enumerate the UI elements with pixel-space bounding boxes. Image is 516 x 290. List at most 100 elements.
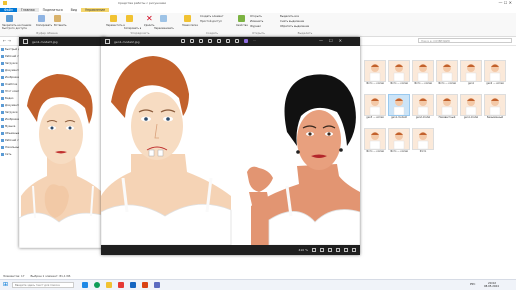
ribbon-group-select: Выделить все Снять выделение Обратить вы… [280,15,330,35]
paste-icon[interactable] [54,15,61,22]
delete-photo-icon[interactable] [199,39,203,43]
file-item[interactable]: gen1-model [460,94,482,124]
zoom-in-icon[interactable] [320,248,324,252]
window-controls[interactable]: — ☐ ✕ [499,0,512,5]
nav-item[interactable]: Музыка [0,123,20,130]
nav-item[interactable]: Документы [0,102,20,109]
tab-manage[interactable]: Управление [81,8,110,12]
status-item-count: Элементов: 17 [3,274,25,278]
nav-item[interactable]: Локальный диск (C:) [0,144,20,151]
nav-item[interactable]: Изображения [0,116,20,123]
more-options-icon[interactable]: … [253,39,257,43]
folder-icon [1,132,4,135]
back-arrow-icon[interactable]: ← → [3,38,11,43]
photos-taskbar-icon[interactable] [154,282,160,288]
invert-selection-label[interactable]: Обратить выделение [280,25,309,28]
new-folder-icon[interactable] [184,15,191,22]
paste-button-label[interactable]: Вставить [54,24,67,27]
info-icon[interactable] [352,248,356,252]
maximize-icon[interactable]: ☐ [329,38,333,43]
rename-label[interactable]: Переименовать [154,27,174,30]
ribbon: Закрепить на панели быстрого доступа Коп… [0,13,516,37]
file-item[interactable]: Фото — копия [388,128,410,158]
nav-item[interactable]: Видео [0,95,20,102]
windows-start-icon[interactable]: ⊞ [3,282,8,288]
select-all-label[interactable]: Выделить все [280,15,299,18]
file-thumbnail [412,94,434,116]
filmstrip-icon[interactable] [336,248,340,252]
delete-label[interactable]: Удалить [144,24,154,27]
powerpoint-icon[interactable] [142,282,148,288]
taskbar-date[interactable]: 08.05.2024 [484,285,499,288]
file-item[interactable]: Фото [412,128,434,158]
file-item[interactable]: Фото — копия [364,128,386,158]
zoom-out-icon[interactable] [312,248,316,252]
nav-item[interactable]: Объемные объекты [0,130,20,137]
file-item[interactable]: gen1-model2 [388,94,410,124]
pin-icon[interactable] [6,15,13,22]
edit-icon[interactable] [235,39,239,43]
delete-icon[interactable]: ✕ [146,15,153,23]
crop-icon[interactable] [226,39,230,43]
nav-item[interactable]: Изображения [0,74,20,81]
tab-home[interactable]: Главная [16,8,39,12]
nav-item[interactable]: Быстрый доступ [0,46,20,53]
file-item[interactable]: Фото — копия [436,60,458,90]
file-item[interactable]: Фото — копия [364,60,386,90]
easy-access-label[interactable]: Простой доступ [200,20,222,23]
minimize-icon[interactable]: — [319,38,323,43]
file-item[interactable]: gen1 [460,60,482,90]
nav-item[interactable]: Сеть [0,151,20,158]
pin-button-label[interactable]: Закрепить на панели быстрого доступа [2,24,36,30]
new-folder-label[interactable]: Новая папка [182,24,198,27]
open-label[interactable]: Открыть [250,15,262,18]
view-all-icon[interactable] [181,39,185,43]
word-icon[interactable] [130,282,136,288]
file-item[interactable]: gen2-model [412,94,434,124]
fullscreen-icon[interactable] [344,248,348,252]
close-icon[interactable]: ✕ [339,38,342,43]
favorite-icon[interactable] [208,39,212,43]
search-input[interactable]: Поиск в: СОЗВЕЗДИЯ [418,38,512,43]
nav-item[interactable]: Загрузки [0,109,20,116]
tab-share[interactable]: Поделиться [39,8,67,12]
file-item[interactable]: Фото — копия [412,60,434,90]
move-to-label[interactable]: Переместить в [106,24,125,27]
rotate-icon[interactable] [217,39,221,43]
app-icon-red[interactable] [118,282,124,288]
file-item[interactable]: gen3 — копия [364,94,386,124]
file-explorer-taskbar-icon[interactable] [106,282,112,288]
nav-item[interactable]: Документы [0,67,20,74]
nav-item[interactable]: Этот компьютер [0,88,20,95]
copy-to-icon[interactable] [126,15,133,22]
clipchamp-icon[interactable] [244,39,248,43]
tab-file[interactable]: Файл [0,8,17,12]
edit-label[interactable]: Изменить [250,20,263,23]
zoom-icon[interactable] [190,39,194,43]
nav-item[interactable]: Рабочий стол [0,137,20,144]
file-item[interactable]: gen2 — копия [484,60,506,90]
new-item-label[interactable]: Создать элемент [200,15,223,18]
file-item[interactable]: Фото — копия [388,60,410,90]
fit-icon[interactable] [328,248,332,252]
copy-icon[interactable] [38,15,45,22]
language-indicator[interactable]: РУС [470,282,475,286]
history-label[interactable]: Журнал [250,25,261,28]
nav-item[interactable]: Рабочий стол [0,53,20,60]
select-none-label[interactable]: Снять выделение [280,20,304,23]
copy-to-label[interactable]: Копировать в [124,27,141,30]
task-view-icon[interactable] [82,282,88,288]
properties-label[interactable]: Свойства [236,24,248,27]
rename-icon[interactable] [160,15,167,22]
tab-view[interactable]: Вид [67,8,81,12]
nav-item[interactable]: OneDrive [0,81,20,88]
edge-icon[interactable] [94,282,100,288]
file-item[interactable]: Неизвестный [436,94,458,124]
taskbar-search-input[interactable]: Введите здесь текст для поиска [12,281,74,288]
nav-item[interactable]: Загрузки [0,60,20,67]
move-to-icon[interactable] [110,15,117,22]
file-item[interactable]: Безымянный [484,94,506,124]
file-name: gen1-model2 [391,116,407,119]
copy-button-label[interactable]: Копировать [36,24,52,27]
properties-icon[interactable] [238,15,245,22]
